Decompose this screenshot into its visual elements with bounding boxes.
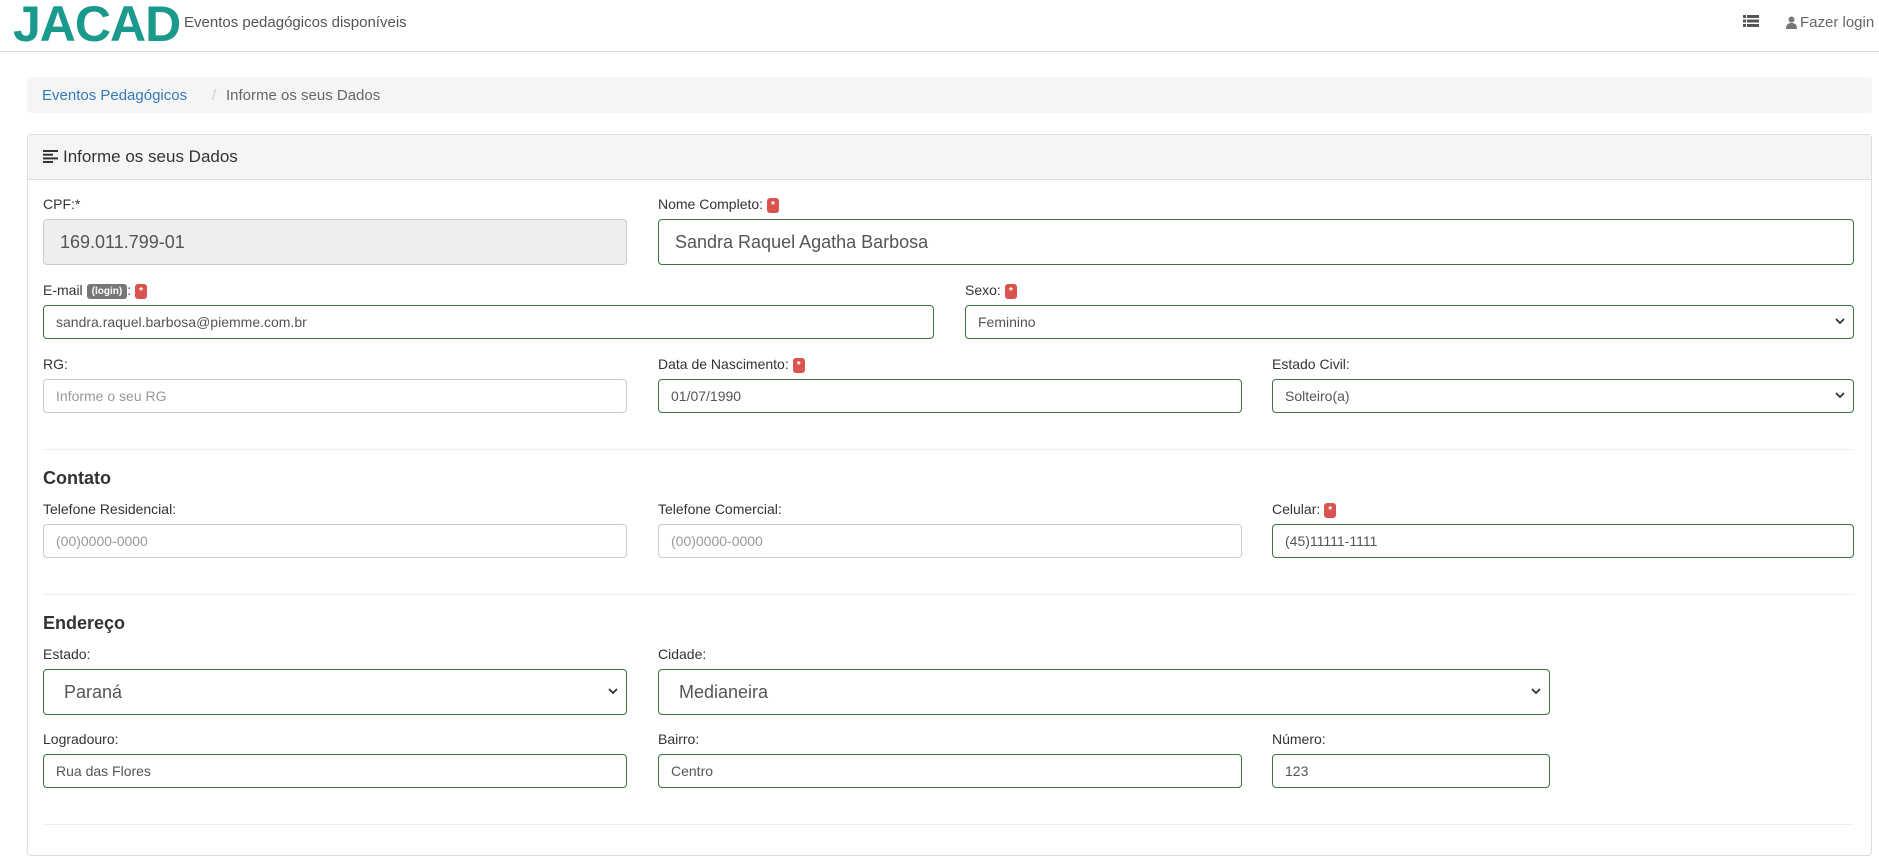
required-badge: * bbox=[135, 284, 148, 299]
breadcrumb-separator: / bbox=[212, 87, 217, 104]
logradouro-label: Logradouro: bbox=[43, 731, 119, 747]
bairro-field[interactable] bbox=[658, 754, 1242, 788]
logradouro-field[interactable] bbox=[43, 754, 627, 788]
telefone-residencial-field[interactable] bbox=[43, 524, 627, 558]
divider bbox=[43, 449, 1854, 450]
cidade-select-value: Medianeira bbox=[679, 682, 769, 702]
telefone-comercial-field[interactable] bbox=[658, 524, 1242, 558]
form-panel: Informe os seus Dados CPF:* Nome Complet… bbox=[27, 134, 1872, 856]
bairro-label: Bairro: bbox=[658, 731, 700, 747]
cpf-field[interactable] bbox=[43, 219, 627, 265]
panel-heading: Informe os seus Dados bbox=[28, 135, 1871, 180]
required-badge: * bbox=[792, 358, 805, 373]
estado-select-value: Paraná bbox=[64, 682, 123, 702]
estado-label: Estado: bbox=[43, 646, 91, 662]
login-badge: (login) bbox=[86, 284, 128, 299]
cidade-label: Cidade: bbox=[658, 646, 707, 662]
sexo-select-value: Feminino bbox=[978, 314, 1036, 330]
chevron-down-icon bbox=[1835, 318, 1845, 325]
align-left-icon bbox=[43, 150, 58, 163]
divider bbox=[43, 594, 1854, 595]
list-icon[interactable] bbox=[1743, 14, 1759, 28]
divider bbox=[43, 824, 1854, 825]
required-badge: * bbox=[767, 198, 779, 213]
login-link[interactable]: Fazer login bbox=[1786, 14, 1874, 31]
sexo-label-text: Sexo: bbox=[965, 282, 1001, 298]
chevron-down-icon bbox=[608, 688, 618, 695]
endereco-heading: Endereço bbox=[43, 613, 126, 633]
contato-heading: Contato bbox=[43, 468, 111, 488]
data-nascimento-field[interactable] bbox=[658, 379, 1242, 413]
sexo-select[interactable]: Feminino bbox=[965, 305, 1854, 339]
estado-select[interactable]: Paraná bbox=[43, 669, 627, 715]
cpf-label: CPF:* bbox=[43, 196, 81, 212]
numero-field[interactable] bbox=[1272, 754, 1550, 788]
estado-civil-select-value: Solteiro(a) bbox=[1285, 388, 1350, 404]
top-navbar: JACAD Eventos pedagógicos disponíveis Fa… bbox=[0, 0, 1879, 52]
estado-civil-select[interactable]: Solteiro(a) bbox=[1272, 379, 1854, 413]
panel-title: Informe os seus Dados bbox=[43, 147, 238, 167]
email-label-text: E-mail bbox=[43, 282, 83, 298]
numero-label: Número: bbox=[1272, 731, 1326, 747]
celular-field[interactable] bbox=[1272, 524, 1854, 558]
email-label: E-mail (login): * bbox=[43, 282, 148, 299]
login-label: Fazer login bbox=[1800, 14, 1875, 31]
estado-civil-label: Estado Civil: bbox=[1272, 356, 1350, 372]
navbar-subtitle[interactable]: Eventos pedagógicos disponíveis bbox=[184, 14, 407, 31]
chevron-down-icon bbox=[1835, 392, 1845, 399]
telefone-residencial-label: Telefone Residencial: bbox=[43, 501, 177, 517]
jacad-logo[interactable]: JACAD bbox=[13, 0, 181, 49]
chevron-down-icon bbox=[1531, 688, 1541, 695]
nascimento-label-text: Data de Nascimento: bbox=[658, 356, 789, 372]
celular-label-text: Celular: bbox=[1272, 501, 1321, 517]
cidade-select[interactable]: Medianeira bbox=[658, 669, 1550, 715]
celular-label: Celular: * bbox=[1272, 501, 1337, 518]
nascimento-label: Data de Nascimento: * bbox=[658, 356, 805, 373]
breadcrumb-current: Informe os seus Dados bbox=[226, 87, 381, 104]
required-badge: * bbox=[1004, 284, 1017, 299]
telefone-comercial-label: Telefone Comercial: bbox=[658, 501, 782, 517]
required-badge: * bbox=[1324, 503, 1337, 518]
nome-label: Nome Completo: * bbox=[658, 196, 779, 213]
nome-completo-field[interactable] bbox=[658, 219, 1854, 265]
rg-label: RG: bbox=[43, 356, 68, 372]
panel-title-text: Informe os seus Dados bbox=[63, 147, 238, 166]
breadcrumb-link-eventos[interactable]: Eventos Pedagógicos bbox=[42, 87, 187, 104]
nome-label-text: Nome Completo: bbox=[658, 196, 764, 212]
sexo-label: Sexo: * bbox=[965, 282, 1017, 299]
email-label-colon: : bbox=[127, 282, 132, 298]
user-icon bbox=[1786, 16, 1797, 29]
rg-field[interactable] bbox=[43, 379, 627, 413]
breadcrumb: Eventos Pedagógicos / Informe os seus Da… bbox=[27, 77, 1872, 113]
email-field[interactable] bbox=[43, 305, 934, 339]
